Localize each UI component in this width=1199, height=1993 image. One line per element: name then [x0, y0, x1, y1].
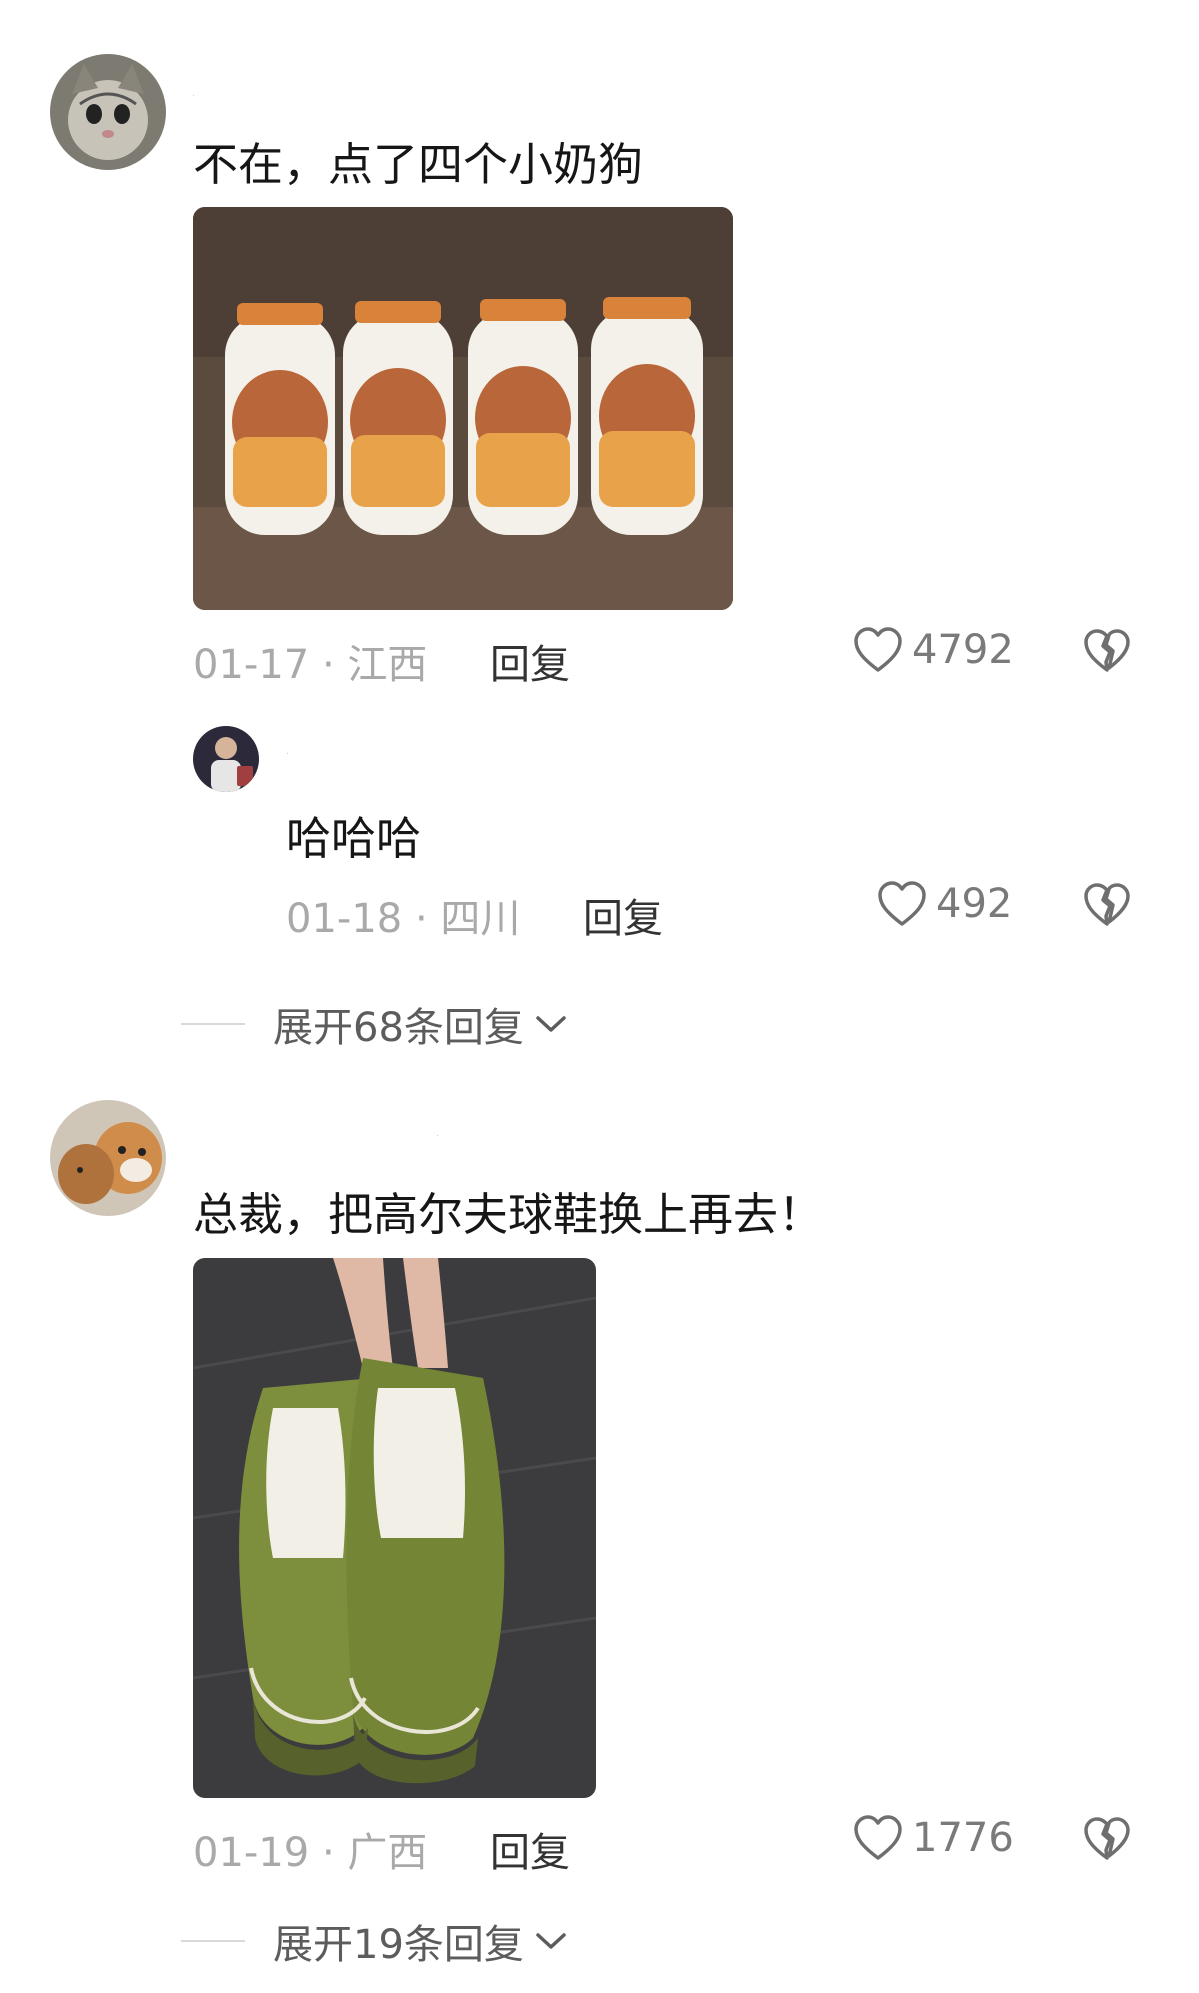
chevron-down-icon — [536, 1016, 566, 1032]
comment-meta: 01-19 · 广西 — [193, 1820, 427, 1878]
comment-text: 总裁，把高尔夫球鞋换上再去！ — [193, 1188, 824, 1241]
reply-button[interactable]: 回复 — [490, 1820, 570, 1878]
heart-outline-icon — [854, 627, 902, 672]
meta-separator: · — [321, 642, 335, 688]
comment-region: 江西 — [347, 642, 428, 688]
broken-heart-icon — [1084, 629, 1130, 672]
comment-date: 01-17 — [193, 642, 310, 688]
broken-heart-icon — [1084, 1817, 1130, 1860]
decor-dot: . — [436, 1128, 440, 1139]
reply-text: 哈哈哈 — [286, 812, 422, 865]
reply-date: 01-18 — [286, 896, 403, 942]
heart-outline-icon — [878, 881, 926, 926]
reply-region: 四川 — [440, 896, 521, 942]
meta-separator: · — [321, 1830, 335, 1876]
dislike-button[interactable] — [1082, 882, 1132, 932]
divider-line — [181, 1023, 245, 1025]
broken-heart-icon — [1084, 883, 1130, 926]
comment-text: 不在，点了四个小奶狗 — [193, 138, 644, 191]
like-count: 4792 — [912, 627, 1014, 673]
meta-separator: · — [414, 896, 428, 942]
decor-dot: . — [286, 746, 290, 757]
reply-avatar-person[interactable] — [193, 726, 259, 792]
decor-dot: . — [192, 88, 196, 99]
like-count: 492 — [936, 881, 1013, 927]
dislike-button[interactable] — [1082, 628, 1132, 678]
reply-button[interactable]: 回复 — [583, 886, 663, 944]
like-count: 1776 — [912, 1815, 1014, 1861]
commenter-avatar-cat[interactable] — [50, 54, 166, 170]
comment-region: 广西 — [347, 1830, 428, 1876]
comment-date: 01-19 — [193, 1830, 310, 1876]
like-button[interactable]: 1776 — [852, 1814, 1014, 1862]
reply-meta: 01-18 · 四川 — [286, 886, 520, 944]
reply-button[interactable]: 回复 — [490, 632, 570, 690]
expand-replies-button[interactable]: 展开68条回复 — [181, 995, 568, 1053]
expand-replies-label: 展开68条回复 — [273, 1005, 524, 1051]
chevron-down-icon — [536, 1933, 566, 1949]
like-button[interactable]: 4792 — [852, 626, 1014, 674]
expand-replies-label: 展开19条回复 — [273, 1922, 524, 1968]
divider-line — [181, 1940, 245, 1942]
comment-meta: 01-17 · 江西 — [193, 632, 427, 690]
comment-image-milk-bottles[interactable] — [193, 207, 733, 610]
like-button[interactable]: 492 — [876, 880, 1012, 928]
commenter-avatar-dog[interactable] — [50, 1100, 166, 1216]
heart-outline-icon — [854, 1815, 902, 1860]
dislike-button[interactable] — [1082, 1816, 1132, 1866]
comment-image-green-shoes[interactable] — [193, 1258, 596, 1798]
expand-replies-button[interactable]: 展开19条回复 — [181, 1912, 568, 1970]
